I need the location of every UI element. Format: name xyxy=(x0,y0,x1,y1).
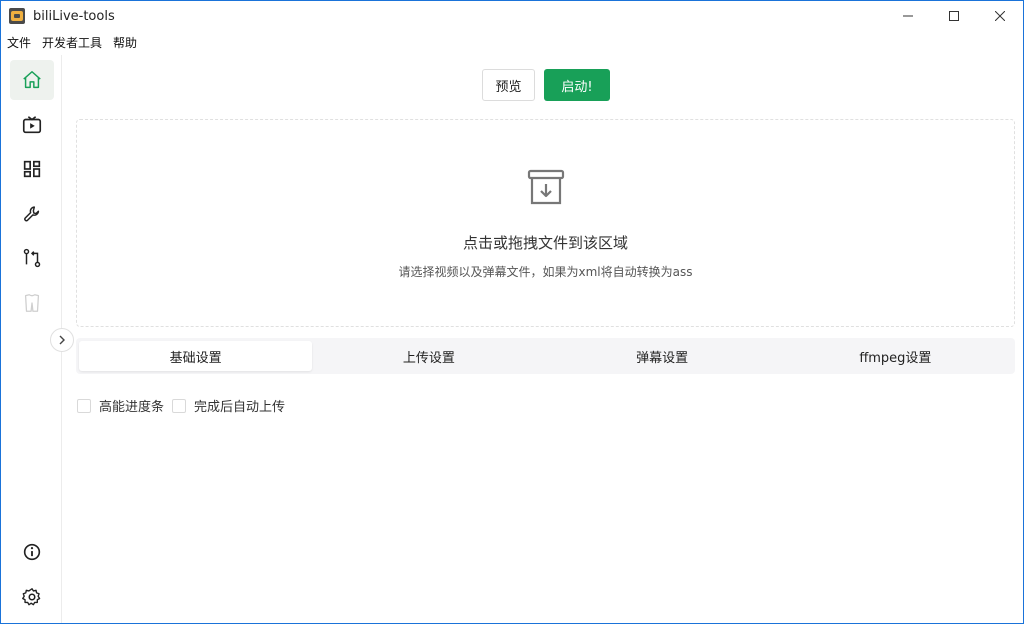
archive-upload-icon xyxy=(527,169,565,205)
option-label: 高能进度条 xyxy=(99,400,165,415)
menu-devtools[interactable]: 开发者工具 xyxy=(42,34,102,51)
sidebar-item-settings[interactable] xyxy=(10,577,54,617)
app-window: biliLive-tools 文件 开发者工具 帮助 预览 启动! 点击或拖拽文… xyxy=(0,0,1024,624)
main-content: 预览 启动! 点击或拖拽文件到该区域 请选择视频以及弹幕文件，如果为xml将自动… xyxy=(63,55,1023,623)
tab-upload-settings[interactable]: 上传设置 xyxy=(312,341,545,371)
option-highlight-progress[interactable]: 高能进度条 xyxy=(77,396,164,415)
git-compare-icon xyxy=(23,248,41,268)
sidebar-item-dashboard[interactable] xyxy=(10,149,54,189)
sidebar-item-tools[interactable] xyxy=(10,194,54,234)
option-label: 完成后自动上传 xyxy=(194,400,286,415)
sidebar-item-misc[interactable] xyxy=(10,283,54,323)
tv-icon xyxy=(22,116,42,134)
highlight-progress-checkbox[interactable] xyxy=(77,398,91,413)
chevron-right-icon xyxy=(59,335,65,345)
window-controls xyxy=(885,1,1023,31)
cloth-icon xyxy=(24,294,40,312)
tab-ffmpeg-settings[interactable]: ffmpeg设置 xyxy=(779,341,1012,371)
app-logo-icon xyxy=(9,8,25,24)
minimize-button[interactable] xyxy=(885,1,931,31)
close-icon xyxy=(995,11,1005,21)
title-bar: biliLive-tools xyxy=(1,1,1023,31)
tab-danmaku-settings[interactable]: 弹幕设置 xyxy=(546,341,779,371)
sidebar-item-home[interactable] xyxy=(10,60,54,100)
menu-help[interactable]: 帮助 xyxy=(113,34,137,51)
options-row: 高能进度条 完成后自动上传 xyxy=(77,396,293,415)
start-button[interactable]: 启动! xyxy=(544,69,610,101)
home-icon xyxy=(23,71,41,89)
sidebar-collapse-button[interactable] xyxy=(50,328,74,352)
settings-tabs: 基础设置 上传设置 弹幕设置 ffmpeg设置 xyxy=(76,338,1015,374)
preview-button[interactable]: 预览 xyxy=(482,69,535,101)
auto-upload-checkbox[interactable] xyxy=(172,398,187,413)
file-dropzone[interactable]: 点击或拖拽文件到该区域 请选择视频以及弹幕文件，如果为xml将自动转换为ass xyxy=(76,119,1015,327)
wrench-icon xyxy=(24,206,40,222)
sidebar-item-about[interactable] xyxy=(10,532,54,572)
menu-bar: 文件 开发者工具 帮助 xyxy=(1,31,1023,53)
menu-file[interactable]: 文件 xyxy=(7,34,31,51)
gear-icon xyxy=(22,588,41,606)
sidebar-item-live[interactable] xyxy=(10,105,54,145)
info-icon xyxy=(23,543,41,561)
window-title: biliLive-tools xyxy=(33,8,115,24)
dropzone-subtitle: 请选择视频以及弹幕文件，如果为xml将自动转换为ass xyxy=(398,265,693,279)
maximize-button[interactable] xyxy=(931,1,977,31)
tab-basic-settings[interactable]: 基础设置 xyxy=(79,341,313,371)
option-auto-upload[interactable]: 完成后自动上传 xyxy=(172,396,285,415)
dashboard-icon xyxy=(23,160,41,178)
maximize-icon xyxy=(949,11,959,21)
close-button[interactable] xyxy=(977,1,1023,31)
minimize-icon xyxy=(903,15,913,17)
dropzone-title: 点击或拖拽文件到该区域 xyxy=(462,234,628,252)
sidebar-item-merge[interactable] xyxy=(10,238,54,278)
